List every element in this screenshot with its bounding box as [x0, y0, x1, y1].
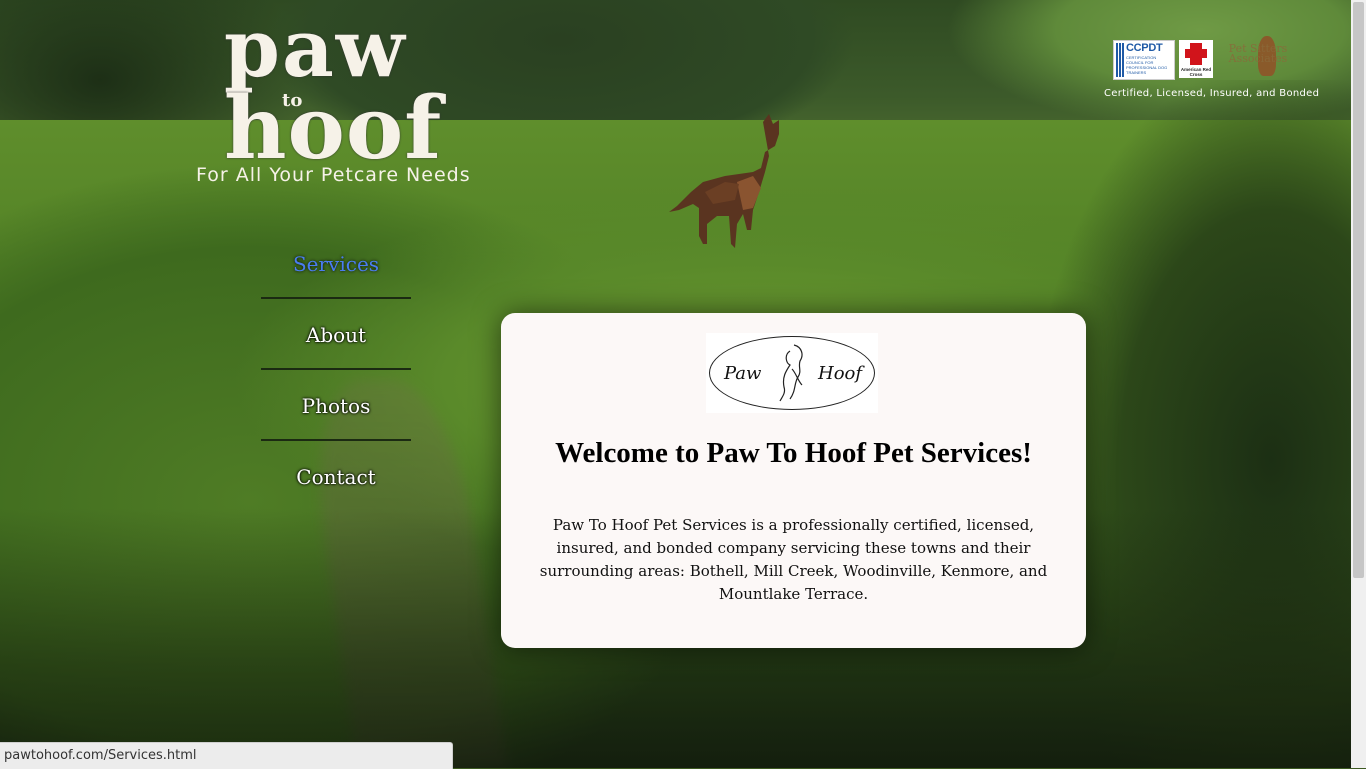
nav-label-contact[interactable]: Contact	[261, 465, 411, 489]
nav-item-photos[interactable]: Photos	[261, 370, 411, 441]
pet-sitters-badge[interactable]: Pet Sitters Associates	[1220, 36, 1296, 80]
emblem-word-hoof: Hoof	[818, 363, 863, 384]
ccpdt-subtitle: CERTIFICATION COUNCIL FOR PROFESSIONAL D…	[1126, 55, 1168, 75]
dog-image	[669, 114, 779, 248]
ccpdt-title: CCPDT	[1126, 42, 1163, 54]
status-url: pawtohoof.com/Services.html	[4, 748, 197, 763]
ccpdt-badge[interactable]: CCPDT CERTIFICATION COUNCIL FOR PROFESSI…	[1113, 40, 1175, 80]
nav-label-services[interactable]: Services	[261, 252, 411, 276]
nav-item-about[interactable]: About	[261, 299, 411, 370]
horse-dog-illustration-icon	[779, 344, 803, 402]
nav-label-photos[interactable]: Photos	[261, 394, 411, 418]
logo-tagline: For All Your Petcare Needs	[196, 164, 471, 186]
certification-badges: CCPDT CERTIFICATION COUNCIL FOR PROFESSI…	[1104, 36, 1320, 102]
paw-to-hoof-emblem: Paw Hoof	[706, 333, 878, 413]
nav-item-services[interactable]: Services	[261, 228, 411, 299]
pet-sitters-label: Pet Sitters Associates	[1228, 42, 1288, 65]
nav-item-contact[interactable]: Contact	[261, 441, 411, 512]
page-title: Welcome to Paw To Hoof Pet Services!	[555, 437, 1032, 469]
red-cross-label: American Red Cross	[1180, 67, 1212, 77]
status-bar: pawtohoof.com/Services.html	[0, 742, 453, 769]
vertical-scrollbar[interactable]	[1351, 0, 1366, 768]
logo-word-hoof: hoof	[224, 78, 443, 179]
welcome-card: Paw Hoof Welcome to Paw To Hoof Pet Serv…	[501, 313, 1086, 648]
emblem-word-paw: Paw	[724, 363, 762, 384]
scrollbar-thumb[interactable]	[1353, 2, 1364, 578]
logo-word-paw: paw	[224, 1, 407, 95]
main-nav: Services About Photos Contact	[261, 228, 411, 512]
services-description: Paw To Hoof Pet Services is a profession…	[539, 516, 1048, 603]
red-cross-badge[interactable]: American Red Cross	[1179, 40, 1213, 78]
nav-label-about[interactable]: About	[261, 323, 411, 347]
site-logo[interactable]: paw to hoof For All Your Petcare Needs	[196, 8, 486, 196]
certification-caption: Certified, Licensed, Insured, and Bonded	[1104, 88, 1320, 99]
